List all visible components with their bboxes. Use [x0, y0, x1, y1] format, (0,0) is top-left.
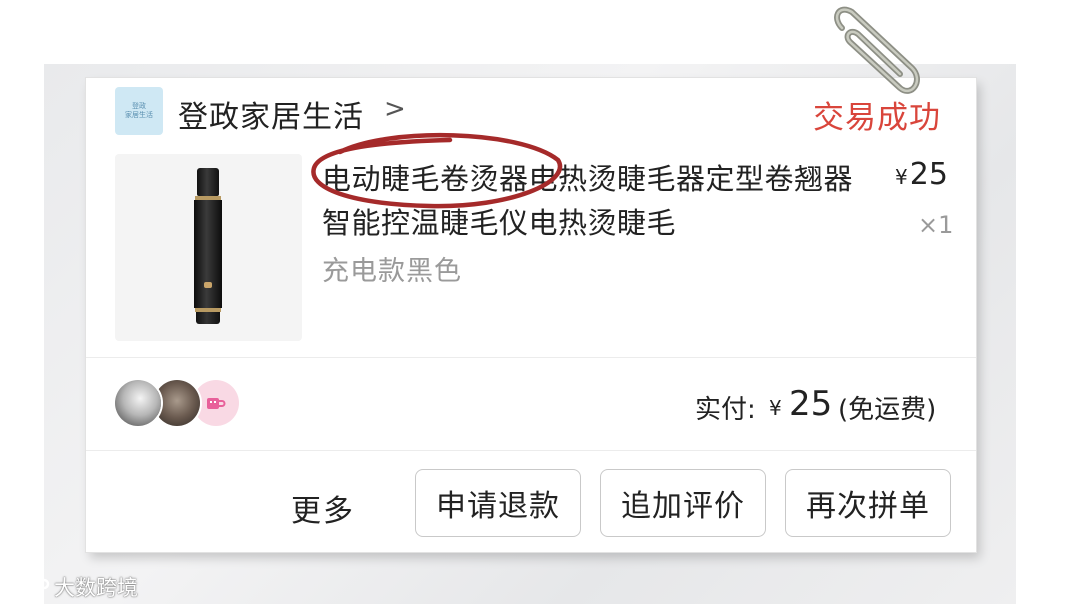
- paid-label: 实付:: [695, 395, 756, 425]
- paperclip-icon: [834, 6, 920, 94]
- shipping-note: (免运费): [838, 395, 937, 425]
- request-refund-button[interactable]: 申请退款: [415, 469, 581, 537]
- product-variant: 充电款黑色: [322, 256, 462, 287]
- product-quantity: ×1: [918, 211, 954, 239]
- eyelash-curler-product-image: [194, 168, 222, 328]
- watermark-logo-icon: [11, 577, 50, 596]
- divider: [86, 450, 976, 451]
- price-currency: ¥: [895, 165, 908, 189]
- divider: [86, 357, 976, 358]
- reorder-button[interactable]: 再次拼单: [785, 469, 951, 537]
- shop-logo-line1: 登政: [132, 102, 146, 110]
- product-price: ¥25: [895, 157, 948, 192]
- price-value: 25: [909, 157, 948, 192]
- add-review-button[interactable]: 追加评价: [600, 469, 766, 537]
- shop-logo-line2: 家居生活: [125, 111, 153, 119]
- paid-amount: 25: [789, 384, 833, 424]
- paid-currency: ¥: [769, 396, 782, 420]
- watermark-text: 大数跨境: [54, 576, 138, 600]
- shop-logo[interactable]: 登政 家居生活: [115, 87, 163, 135]
- more-button[interactable]: 更多: [291, 486, 355, 530]
- hand-drawn-circle-annotation: [311, 132, 563, 209]
- avatar[interactable]: [115, 380, 161, 426]
- chevron-right-icon[interactable]: >: [384, 94, 406, 124]
- watermark: 大数跨境: [10, 572, 138, 602]
- mug-icon: [207, 398, 226, 409]
